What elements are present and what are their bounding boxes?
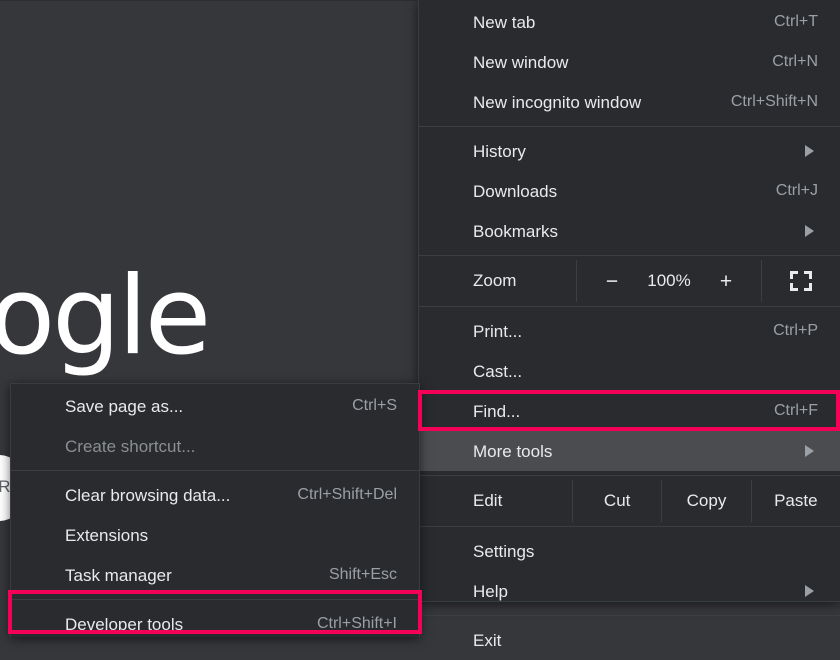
menu-item-cast[interactable]: Cast... — [419, 351, 840, 391]
menu-group-settings: Settings Help — [419, 531, 840, 611]
menu-item-label: Task manager — [65, 565, 172, 585]
page-top-divider — [0, 0, 418, 1]
chevron-right-icon — [805, 225, 814, 237]
paste-button[interactable]: Paste — [750, 480, 840, 522]
menu-item-save-page-as[interactable]: Save page as... Ctrl+S — [11, 386, 419, 426]
menu-item-label: Help — [473, 581, 508, 601]
menu-item-shortcut: Shift+Esc — [328, 566, 397, 583]
menu-item-label: Extensions — [65, 525, 149, 545]
menu-group-tools: Print... Ctrl+P Cast... Find... Ctrl+F M… — [419, 311, 840, 471]
menu-separator — [419, 475, 840, 476]
menu-group-exit: Exit — [419, 620, 840, 660]
menu-row-edit: Edit Cut Copy Paste — [419, 480, 840, 522]
google-logo: oogle — [0, 254, 211, 379]
menu-item-new-tab[interactable]: New tab Ctrl+T — [419, 2, 840, 42]
chevron-right-icon — [805, 145, 814, 157]
menu-separator — [419, 526, 840, 527]
zoom-out-button[interactable]: − — [601, 271, 623, 292]
menu-item-label: New tab — [473, 12, 536, 32]
fullscreen-icon — [790, 271, 812, 291]
menu-item-help[interactable]: Help — [419, 571, 840, 611]
zoom-controls: − 100% + — [576, 260, 762, 302]
menu-separator — [11, 470, 419, 471]
menu-item-shortcut: Ctrl+Shift+Del — [297, 486, 397, 503]
menu-item-history[interactable]: History — [419, 131, 840, 171]
fullscreen-button[interactable] — [762, 260, 840, 302]
menu-item-print[interactable]: Print... Ctrl+P — [419, 311, 840, 351]
menu-item-label: Save page as... — [65, 396, 184, 416]
chevron-right-icon — [805, 445, 814, 457]
menu-item-label: More tools — [473, 441, 553, 461]
menu-item-label: History — [473, 141, 526, 161]
menu-item-label: Create shortcut... — [65, 436, 196, 456]
menu-item-label: Find... — [473, 401, 521, 421]
zoom-in-button[interactable]: + — [715, 271, 737, 292]
more-tools-submenu[interactable]: Save page as... Ctrl+S Create shortcut..… — [10, 383, 420, 637]
zoom-level-value: 100% — [647, 271, 691, 290]
menu-item-label: Exit — [473, 630, 502, 650]
menu-group-new: New tab Ctrl+T New window Ctrl+N New inc… — [419, 2, 840, 122]
menu-item-shortcut: Ctrl+S — [352, 397, 397, 414]
menu-item-clear-browsing-data[interactable]: Clear browsing data... Ctrl+Shift+Del — [11, 475, 419, 515]
menu-separator — [419, 255, 840, 256]
menu-item-new-incognito-window[interactable]: New incognito window Ctrl+Shift+N — [419, 82, 840, 122]
submenu-group-save: Save page as... Ctrl+S Create shortcut..… — [11, 386, 419, 466]
menu-item-shortcut: Ctrl+Shift+N — [730, 93, 818, 110]
zoom-label: Zoom — [473, 271, 517, 290]
menu-row-zoom: Zoom − 100% + — [419, 260, 840, 302]
menu-item-label: New window — [473, 52, 569, 72]
copy-button[interactable]: Copy — [661, 480, 750, 522]
menu-item-label: New incognito window — [473, 92, 642, 112]
menu-separator — [419, 615, 840, 616]
cut-button[interactable]: Cut — [572, 480, 661, 522]
menu-item-extensions[interactable]: Extensions — [11, 515, 419, 555]
submenu-group-tools: Clear browsing data... Ctrl+Shift+Del Ex… — [11, 475, 419, 595]
menu-item-shortcut: Ctrl+J — [775, 182, 818, 199]
menu-item-find[interactable]: Find... Ctrl+F — [419, 391, 840, 431]
submenu-group-devtools: Developer tools Ctrl+Shift+I — [11, 604, 419, 644]
menu-item-exit[interactable]: Exit — [419, 620, 840, 660]
menu-item-shortcut: Ctrl+N — [772, 53, 818, 70]
menu-item-label: Print... — [473, 321, 523, 341]
menu-item-new-window[interactable]: New window Ctrl+N — [419, 42, 840, 82]
menu-item-shortcut: Ctrl+Shift+I — [316, 615, 397, 632]
menu-item-downloads[interactable]: Downloads Ctrl+J — [419, 171, 840, 211]
menu-item-developer-tools[interactable]: Developer tools Ctrl+Shift+I — [11, 604, 419, 644]
menu-item-label: Settings — [473, 541, 535, 561]
menu-group-browsing: History Downloads Ctrl+J Bookmarks — [419, 131, 840, 251]
menu-item-label: Developer tools — [65, 614, 184, 634]
menu-item-label: Downloads — [473, 181, 558, 201]
menu-item-label: Cast... — [473, 361, 523, 381]
menu-item-bookmarks[interactable]: Bookmarks — [419, 211, 840, 251]
menu-item-shortcut: Ctrl+P — [773, 322, 818, 339]
menu-item-label: Bookmarks — [473, 221, 559, 241]
menu-separator — [11, 599, 419, 600]
menu-item-label: Clear browsing data... — [65, 485, 231, 505]
menu-item-more-tools[interactable]: More tools — [419, 431, 840, 471]
chevron-right-icon — [805, 585, 814, 597]
menu-item-create-shortcut: Create shortcut... — [11, 426, 419, 466]
menu-separator — [419, 126, 840, 127]
menu-separator — [419, 306, 840, 307]
menu-item-task-manager[interactable]: Task manager Shift+Esc — [11, 555, 419, 595]
menu-item-shortcut: Ctrl+T — [774, 13, 818, 30]
menu-item-settings[interactable]: Settings — [419, 531, 840, 571]
edit-label: Edit — [473, 491, 503, 510]
chrome-main-menu[interactable]: New tab Ctrl+T New window Ctrl+N New inc… — [418, 0, 840, 649]
menu-item-shortcut: Ctrl+F — [774, 402, 818, 419]
